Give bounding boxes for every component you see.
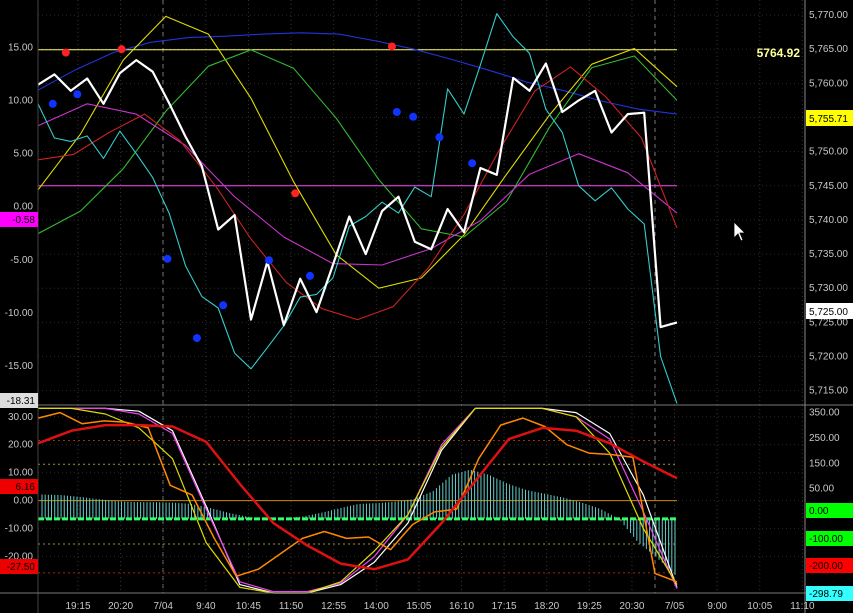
price-right-tick: 5,715.00 [809,386,848,397]
price-left-tick: -10.00 [5,308,34,319]
buy-signal-dot [219,301,228,310]
buy-signal-dot [468,159,477,168]
x-tick-label: 10:45 [236,601,261,612]
buy-signal-dot [73,90,82,99]
buy-signal-dot [435,133,444,142]
osc-right-tick: 150.00 [809,458,840,469]
osc-right-green-lower-label: -100.00 [809,534,843,545]
price-right-tick: 5,770.00 [809,10,848,21]
buy-signal-dot [48,99,57,108]
x-tick-label: 9:00 [707,601,727,612]
x-tick-label: 7/05 [665,601,685,612]
osc-right-tick: 350.00 [809,408,840,419]
right-marker-label: 5,755.71 [809,114,848,125]
x-tick-label: 15:05 [406,601,431,612]
left-lower-label: -18.31 [7,396,36,407]
x-tick-label: 9:40 [196,601,216,612]
osc-right-cyan-label: -298.79 [809,589,843,600]
price-left-tick: -5.00 [10,255,33,266]
buy-signal-dot [409,112,418,121]
price-right-tick: 5,745.00 [809,181,848,192]
x-tick-label: 12:55 [321,601,346,612]
price-left-tick: 10.00 [8,96,33,107]
x-tick-label: 11:10 [790,601,815,612]
buy-signal-dot [192,334,201,343]
osc-right-tick: 250.00 [809,433,840,444]
price-right-tick: 5,720.00 [809,352,848,363]
left-upper-label: -0.58 [12,215,35,226]
osc-left-red-label: 6.16 [16,482,36,493]
osc-left-red-lower-label: -27.50 [7,562,36,573]
osc-right-tick: 50.00 [809,484,834,495]
chart-canvas: 19:15 20:20 7/04 9:40 10:45 11:50 12:55 14:00 15… [0,0,853,613]
osc-right-red-label: -200.00 [809,561,843,572]
price-left-tick: 15.00 [8,43,33,54]
x-tick-label: 20:20 [108,601,133,612]
x-tick-label: 18:20 [534,601,559,612]
x-tick-label: 19:25 [577,601,602,612]
x-tick-label: 7/04 [153,601,173,612]
x-tick-label: 16:10 [449,601,474,612]
osc-left-tick: 10.00 [8,468,33,479]
x-tick-label: 20:30 [619,601,644,612]
x-tick-label: 14:00 [364,601,389,612]
buy-signal-dot [305,271,314,280]
last-price-label: 5,725.00 [809,307,848,318]
osc-left-tick: 30.00 [8,412,33,423]
x-tick-label: 19:15 [65,601,90,612]
x-tick-label: 11:50 [279,601,304,612]
buy-signal-dot [163,254,172,263]
x-tick-label: 10:05 [747,601,772,612]
sell-signal-dot [387,42,396,51]
price-left-tick: -15.00 [5,361,34,372]
price-right-tick: 5,725.00 [809,317,848,328]
chart-background [0,0,853,613]
price-right-tick: 5,760.00 [809,78,848,89]
osc-left-tick: 0.00 [14,496,34,507]
horizontal-line-label: 5764.92 [757,46,801,60]
sell-signal-dot [61,48,70,57]
buy-signal-dot [392,108,401,117]
price-left-tick: 5.00 [14,149,34,160]
osc-left-tick: -10.00 [5,524,34,535]
osc-left-tick: 20.00 [8,440,33,451]
price-right-tick: 5,730.00 [809,283,848,294]
price-left-tick: 0.00 [14,202,34,213]
x-tick-label: 17:15 [492,601,517,612]
price-right-tick: 5,765.00 [809,44,848,55]
price-right-tick: 5,750.00 [809,147,848,158]
osc-right-green-label: 0.00 [809,506,829,517]
price-right-tick: 5,740.00 [809,215,848,226]
sell-signal-dot [291,189,300,198]
buy-signal-dot [265,256,274,265]
sell-signal-dot [117,45,126,54]
price-right-tick: 5,735.00 [809,249,848,260]
